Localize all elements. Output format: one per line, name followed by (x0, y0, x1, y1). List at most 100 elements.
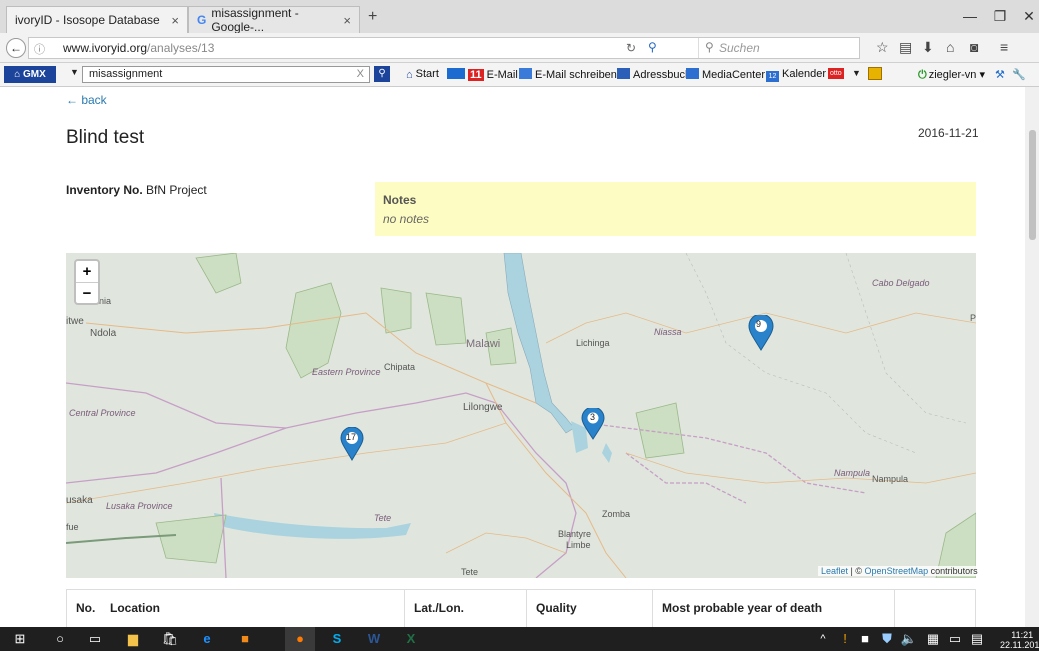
map-label: Lichinga (576, 338, 610, 348)
zoom-out-button[interactable]: − (76, 283, 98, 304)
gmx-addressbook-link[interactable]: Adressbuch (617, 68, 691, 81)
inventory-value: BfN Project (146, 183, 207, 197)
google-icon: G (197, 13, 207, 27)
gmx-start-label: Start (415, 68, 439, 80)
system-clock[interactable]: 11:21 22.11.2016 (1000, 630, 1039, 650)
home-icon[interactable]: ⌂ (946, 39, 954, 55)
gmx-logo[interactable]: ⌂ GMX (4, 66, 56, 83)
gmx-home-icon: ⌂ (14, 69, 24, 80)
osm-link[interactable]: OpenStreetMap (865, 566, 929, 576)
column-header-quality: Quality (536, 601, 577, 615)
cortana-icon[interactable]: ○ (45, 627, 75, 651)
analysis-date: 2016-11-21 (918, 126, 979, 140)
task-view-icon[interactable]: ▭ (80, 627, 110, 651)
file-explorer-icon[interactable]: ▆ (118, 627, 148, 651)
map-label: Chipata (384, 362, 416, 372)
gmx-search-input[interactable]: misassignment X (82, 66, 370, 83)
column-divider (404, 590, 405, 628)
gmx-mediacenter-label: MediaCenter (702, 69, 765, 81)
gmx-calendar-link[interactable]: 12 Kalender (766, 68, 826, 82)
word-icon[interactable]: W (359, 627, 389, 651)
gmx-search-value: misassignment (89, 68, 163, 80)
map-view[interactable]: Cabo Delgado Niassa Lichinga Malawi East… (66, 253, 976, 578)
map-tiles (66, 253, 976, 578)
map-label: Niassa (654, 327, 682, 337)
zoom-in-button[interactable]: + (76, 261, 98, 283)
tab-ivoryid[interactable]: ivoryID - Isosope Database × (6, 6, 188, 33)
cloud-icon (686, 68, 699, 79)
reading-list-icon[interactable]: ▤ (899, 39, 912, 56)
gmx-user-menu[interactable]: ⏻ ziegler-vn ▾ (918, 68, 985, 82)
notes-value: no notes (383, 212, 430, 226)
shopping-bag-icon[interactable] (868, 67, 882, 80)
windows-taskbar: ⊞ ○ ▭ ▆ 🛍 e ■ ● S W X ^ ! ■ ⛊ 🔈 ▦ ▭ ▤ (0, 627, 1039, 651)
gmx-mediacenter-link[interactable]: MediaCenter (686, 68, 765, 81)
results-table-header (66, 589, 976, 629)
firefox-icon[interactable]: ● (285, 627, 315, 651)
map-zoom-control: + − (74, 259, 100, 305)
gmx-write-link[interactable]: E-Mail schreiben (519, 68, 617, 81)
wrench-icon[interactable]: 🔧 (1012, 68, 1026, 81)
outlook-icon[interactable]: ■ (230, 627, 260, 651)
search-icon: ⚲ (705, 40, 714, 54)
attribution-tail: contributors (930, 566, 978, 576)
home-icon: ⌂ (406, 69, 413, 81)
map-label: Ndola (90, 328, 117, 339)
gmx-search-button[interactable]: ⚲ (374, 66, 390, 82)
back-arrow-icon[interactable]: ← (6, 38, 26, 58)
gmx-tools-icon[interactable]: ⚒ (995, 68, 1005, 81)
scrollbar-thumb[interactable] (1029, 130, 1036, 240)
gmx-start-link[interactable]: ⌂ Start (406, 68, 439, 81)
map-label: Limbe (566, 540, 591, 550)
gmx-user-label: ziegler-vn (928, 69, 977, 81)
gmx-more-dropdown-icon[interactable]: ▼ (852, 68, 861, 78)
notifications-icon[interactable]: ▤ (962, 627, 992, 651)
close-window-icon[interactable]: ✕ (1012, 4, 1039, 28)
search-engine-icon[interactable]: ⚲ (648, 40, 657, 54)
otto-logo[interactable]: otto (828, 68, 844, 79)
notes-box (375, 182, 976, 236)
page-title: Blind test (66, 127, 145, 148)
gmx-calendar-label: Kalender (782, 68, 827, 80)
tab-title: misassignment - Google-... (211, 6, 299, 34)
bookmark-star-icon[interactable]: ☆ (876, 39, 889, 56)
minimize-icon[interactable]: — (953, 4, 987, 28)
skype-icon[interactable]: S (322, 627, 352, 651)
leaflet-link[interactable]: Leaflet (821, 566, 848, 576)
gmx-clear-button[interactable]: X (357, 67, 364, 82)
reload-icon[interactable]: ↻ (626, 41, 636, 55)
hamburger-menu-icon[interactable]: ≡ (1000, 39, 1008, 55)
gmx-dropdown-icon[interactable]: ▼ (70, 67, 79, 77)
cluster-marker[interactable]: 3 (581, 406, 605, 443)
address-bar[interactable]: ⓘ www.ivoryid.org/analyses/13 ↻ ⚲ ⚲ Such… (28, 37, 860, 59)
map-label: itwe (66, 316, 84, 327)
map-label: fue (66, 522, 79, 532)
close-tab-icon[interactable]: × (171, 13, 179, 28)
windows-start-icon[interactable]: ⊞ (5, 627, 35, 651)
tab-google[interactable]: G misassignment - Google-... × (188, 6, 360, 34)
search-field[interactable]: ⚲ Suchen (698, 38, 858, 58)
cluster-marker[interactable]: 9 (747, 313, 775, 354)
store-icon[interactable]: 🛍 (155, 627, 185, 651)
tab-title: ivoryID - Isosope Database (15, 13, 160, 27)
map-label: Lilongwe (463, 402, 503, 413)
marker-count: 3 (590, 412, 596, 422)
clock-time: 11:21 (1011, 630, 1034, 640)
gmx-email-link[interactable]: 11 E-Mail (447, 68, 518, 81)
new-tab-button[interactable]: + (368, 8, 377, 26)
cluster-marker[interactable]: 17 (340, 426, 364, 464)
map-label: Tete (374, 513, 392, 523)
pocket-icon[interactable]: ◙ (970, 39, 978, 55)
calendar-icon: 12 (766, 71, 779, 82)
notes-heading: Notes (383, 193, 417, 207)
excel-icon[interactable]: X (396, 627, 426, 651)
addressbook-icon (617, 68, 630, 79)
mail-icon (447, 68, 465, 79)
edge-icon[interactable]: e (192, 627, 222, 651)
back-link[interactable]: ← back (66, 93, 107, 107)
column-divider (526, 590, 527, 628)
close-tab-icon[interactable]: × (343, 13, 351, 28)
download-icon[interactable]: ⬇ (922, 39, 934, 56)
marker-count: 17 (346, 432, 357, 442)
url-text: www.ivoryid.org/analyses/13 (63, 41, 215, 55)
